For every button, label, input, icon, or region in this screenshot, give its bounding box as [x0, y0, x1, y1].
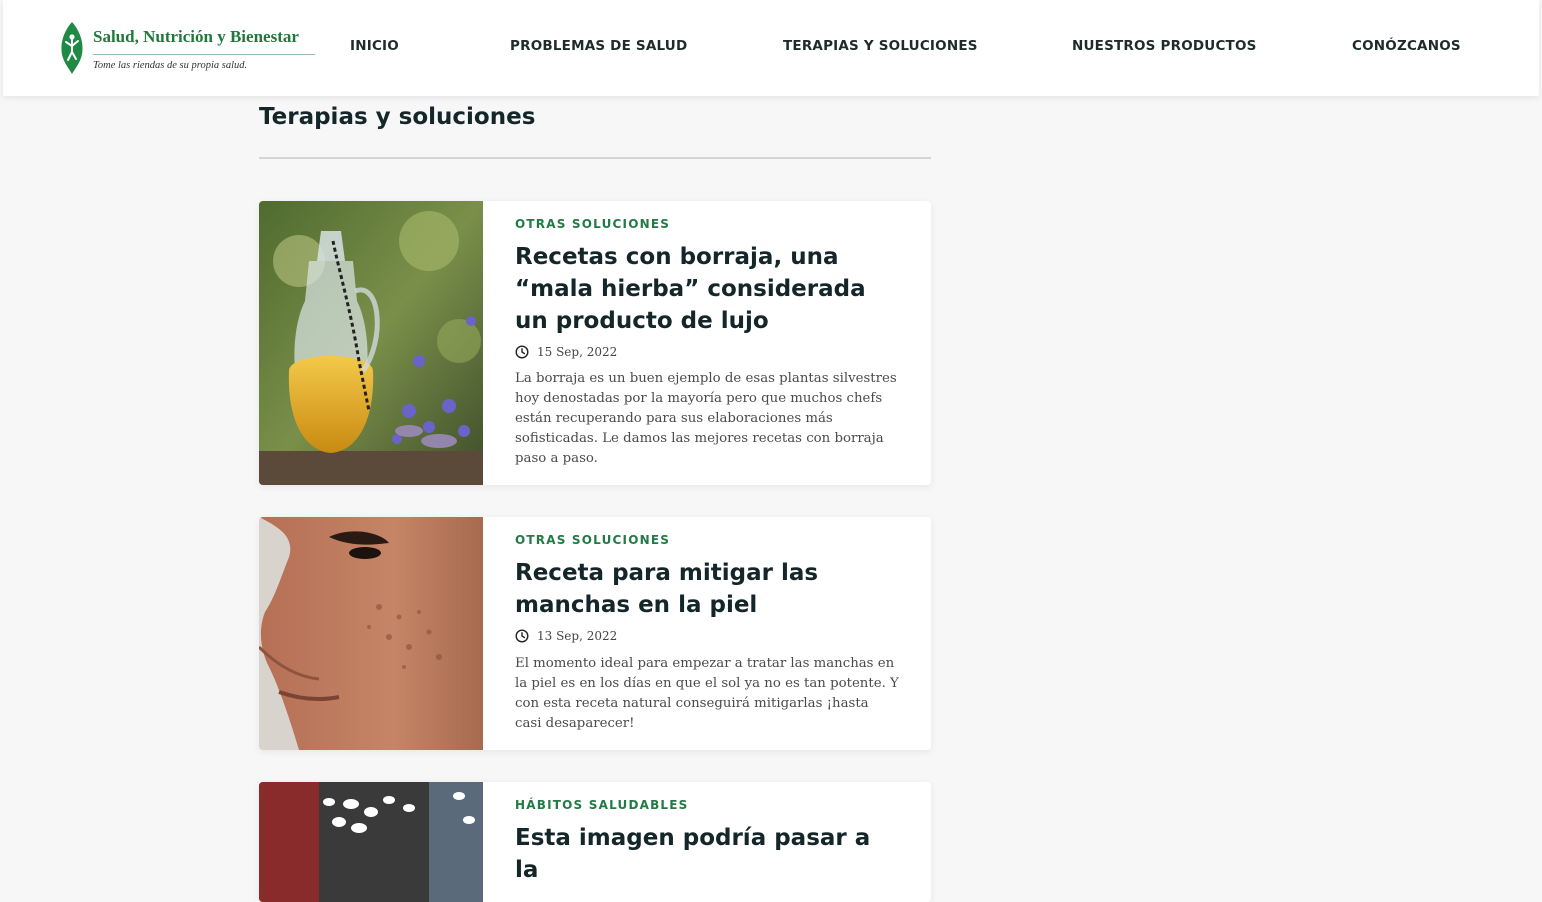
- article-category[interactable]: HÁBITOS SALUDABLES: [515, 798, 689, 812]
- site-tagline: Tome las riendas de su propia salud.: [93, 60, 248, 71]
- article-image[interactable]: [259, 517, 483, 750]
- nav-item-inicio[interactable]: INICIO: [350, 38, 399, 54]
- article-title[interactable]: Receta para mitigar las manchas en la pi…: [515, 557, 899, 621]
- logo-divider: [93, 54, 315, 55]
- title-divider: [259, 157, 931, 159]
- article-date: 13 Sep, 2022: [515, 629, 617, 643]
- article-date: 15 Sep, 2022: [515, 345, 617, 359]
- article-category[interactable]: OTRAS SOLUCIONES: [515, 217, 670, 231]
- article-image[interactable]: [259, 782, 483, 902]
- clock-icon: [515, 629, 529, 643]
- nav-item-terapias-y-soluciones[interactable]: TERAPIAS Y SOLUCIONES: [783, 38, 978, 54]
- article-title[interactable]: Recetas con borraja, una “mala hierba” c…: [515, 241, 899, 337]
- face-skin-spots-image: [259, 517, 483, 750]
- article-title[interactable]: Esta imagen podría pasar a la: [515, 822, 899, 886]
- store-lights-image: [259, 782, 483, 902]
- borage-oil-bottle-image: [259, 201, 483, 485]
- article-date-text: 15 Sep, 2022: [537, 345, 618, 359]
- article-card[interactable]: OTRAS SOLUCIONES Recetas con borraja, un…: [259, 201, 931, 485]
- site-name: Salud, Nutrición y Bienestar: [93, 27, 299, 46]
- clock-icon: [515, 345, 529, 359]
- article-card[interactable]: HÁBITOS SALUDABLES Esta imagen podría pa…: [259, 782, 931, 902]
- article-date-text: 13 Sep, 2022: [537, 629, 618, 643]
- article-image[interactable]: [259, 201, 483, 485]
- article-excerpt: El momento ideal para empezar a tratar l…: [515, 656, 899, 731]
- article-category[interactable]: OTRAS SOLUCIONES: [515, 533, 670, 547]
- nav-item-nuestros-productos[interactable]: NUESTROS PRODUCTOS: [1072, 38, 1257, 54]
- nav-item-problemas-de-salud[interactable]: PROBLEMAS DE SALUD: [510, 38, 687, 54]
- article-card[interactable]: OTRAS SOLUCIONES Receta para mitigar las…: [259, 517, 931, 750]
- article-excerpt: La borraja es un buen ejemplo de esas pl…: [515, 371, 897, 466]
- nav-item-conozcanos[interactable]: CONÓZCANOS: [1352, 38, 1461, 54]
- site-logo[interactable]: Salud, Nutrición y Bienestar Tome las ri…: [59, 20, 321, 76]
- site-header: Salud, Nutrición y Bienestar Tome las ri…: [3, 0, 1539, 96]
- page-title: Terapias y soluciones: [259, 104, 536, 130]
- leaf-logo-icon: [61, 22, 83, 74]
